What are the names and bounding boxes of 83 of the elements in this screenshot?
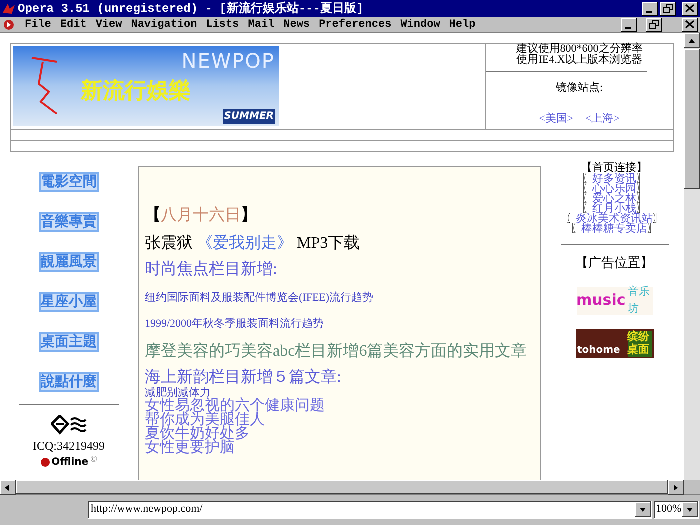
section-heading: 摩登美容的巧美容abc栏目新增6篇美容方面的实用文章 — [145, 343, 528, 360]
nav-button[interactable]: 說點什麼 — [39, 372, 99, 392]
section-heading: 海上新韵栏目新增５篇文章: — [145, 369, 342, 386]
bracket: 〖 — [582, 194, 592, 204]
date-text: 八月十六日 — [161, 207, 241, 225]
links-title: 【首页连接】 — [582, 163, 648, 174]
bracket: 〖 — [570, 224, 582, 234]
bracket: 〗 — [636, 174, 648, 184]
menu-item[interactable]: News — [284, 18, 310, 32]
app-logo-icon — [2, 2, 16, 14]
restore-button[interactable] — [646, 18, 662, 32]
bracket: 〗 — [636, 204, 648, 214]
minimize-button[interactable] — [621, 18, 637, 32]
restore-button[interactable] — [660, 2, 676, 16]
bracket: 〖 — [565, 214, 576, 224]
close-icon — [685, 4, 695, 13]
window-title: Opera 3.51 (unregistered) - [新流行娱乐站---夏日版] — [18, 0, 365, 18]
bracket: 】 — [241, 207, 257, 225]
article-link[interactable]: 纽约国际面料及服装配件博览会(IFEE)流行趋势 — [145, 292, 374, 304]
bracket: 〗 — [636, 194, 648, 204]
section-heading: 时尚焦点栏目新增: — [145, 261, 278, 278]
zoom-field[interactable]: 100% — [654, 500, 699, 518]
friend-link[interactable]: 红月小栈 — [592, 204, 636, 214]
document-icon[interactable] — [2, 18, 16, 30]
download-label: MP3下载 — [297, 235, 360, 253]
status-text: Offline — [52, 456, 89, 470]
menu-item[interactable]: Help — [449, 18, 476, 32]
vertical-scrollbar[interactable] — [684, 33, 700, 480]
icq-number: ICQ:34219499 — [33, 438, 105, 455]
article-link[interactable]: 女性更要护脑 — [145, 440, 235, 456]
menu-item[interactable]: Window — [400, 18, 440, 32]
artist-name: 张震狱 — [145, 235, 193, 253]
browser-tip: 建议使用800*600之分辨率 — [516, 44, 643, 55]
nav-button[interactable]: 星座小屋 — [39, 292, 99, 312]
mirror-link[interactable]: <上海> — [586, 110, 620, 127]
dropdown-button[interactable] — [682, 502, 698, 517]
nav-button[interactable]: 靚麗風景 — [39, 252, 99, 272]
minimize-button[interactable] — [642, 2, 658, 16]
bracket: 〖 — [582, 174, 592, 184]
article-link[interactable]: 减肥别减体力 — [145, 387, 211, 399]
mirror-link[interactable]: <美国> — [539, 110, 574, 127]
close-button[interactable] — [682, 2, 698, 16]
nav-button[interactable]: 電影空間 — [39, 172, 99, 192]
minimize-icon — [625, 27, 631, 29]
friend-link[interactable]: 心心乐园 — [592, 184, 636, 194]
icq-logo-icon — [51, 415, 87, 435]
ads-title: 【广告位置】 — [576, 254, 654, 272]
menu-item[interactable]: Preferences — [319, 18, 392, 32]
scroll-right-button[interactable] — [668, 480, 684, 495]
bracket: 〗 — [648, 224, 658, 234]
nav-button[interactable]: 桌面主題 — [39, 332, 99, 352]
menu-item[interactable]: View — [96, 18, 122, 32]
copyright-mark: © — [90, 452, 98, 466]
mirror-label: 镜像站点: — [554, 80, 604, 96]
bracket: 〗 — [636, 184, 648, 194]
friend-link[interactable]: 炎冰美术资讯站 — [576, 214, 653, 224]
close-button[interactable] — [682, 18, 698, 32]
bracket: 〖 — [582, 204, 592, 214]
article-link[interactable]: 1999/2000年秋冬季服装面料流行趋势 — [145, 318, 324, 330]
minimize-icon — [646, 11, 652, 13]
horizontal-scrollbar[interactable] — [0, 480, 700, 495]
menu-item[interactable]: Navigation — [131, 18, 198, 32]
menu-item[interactable]: File — [25, 18, 52, 32]
scroll-up-button[interactable] — [684, 33, 700, 48]
menu-item[interactable]: Lists — [206, 18, 240, 32]
nav-button[interactable]: 音樂專賣 — [39, 212, 99, 232]
close-icon — [685, 20, 695, 29]
friend-link[interactable]: 棒棒糖专卖店 — [582, 224, 648, 234]
address-field[interactable]: http://www.newpop.com/ — [88, 500, 652, 518]
scroll-left-button[interactable] — [0, 480, 16, 495]
menu-item[interactable]: Edit — [60, 18, 87, 32]
site-banner: NEWPOP 新流行娛樂 SUMMER — [13, 46, 279, 126]
bracket: 【 — [145, 207, 161, 225]
bracket: 〗 — [653, 214, 664, 224]
friend-link[interactable]: 好多资讯 — [592, 174, 636, 184]
dropdown-button[interactable] — [635, 502, 651, 517]
desktop-ad-banner[interactable]: tohome 缤纷桌面 — [576, 328, 654, 358]
scroll-thumb[interactable] — [684, 49, 700, 189]
browser-tip: 使用IE4.X以上版本浏览器 — [516, 55, 642, 66]
bracket: 〖 — [582, 184, 592, 194]
song-link[interactable]: 《爱我别走》 — [197, 235, 293, 253]
friend-link[interactable]: 爱心之林 — [592, 194, 636, 204]
menu-item[interactable]: Mail — [248, 18, 275, 32]
